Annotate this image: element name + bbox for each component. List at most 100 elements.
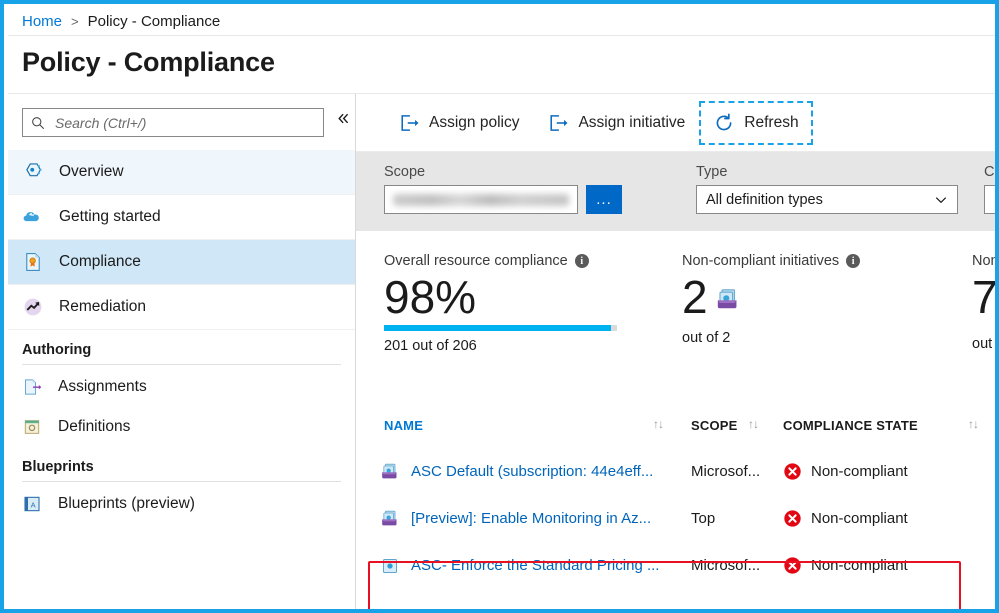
search-box[interactable]	[22, 108, 324, 137]
content-pane: Assign policy Assign initiative	[356, 93, 999, 613]
row-name-cell: ASC Default (subscription: 44e4eff...	[380, 462, 653, 482]
sort-icon-scope[interactable]: ↑↓	[748, 417, 758, 431]
metric-overall-compliance: Overall resource compliance i 98% 201 ou…	[384, 253, 617, 354]
sidebar: Overview Getting started	[8, 93, 356, 613]
sidebar-item-label: Assignments	[58, 378, 147, 396]
row-state-label: Non-compliant	[811, 510, 908, 527]
metric-header: Overall resource compliance i	[384, 253, 617, 269]
scope-input[interactable]	[384, 185, 578, 214]
compliance-state-select[interactable]	[984, 185, 999, 214]
type-filter-label: Type	[696, 164, 958, 180]
column-header-scope[interactable]: SCOPE	[691, 418, 738, 433]
row-scope: Top	[691, 510, 715, 527]
sidebar-item-remediation[interactable]: Remediation	[8, 285, 355, 330]
scope-filter-label: Scope	[384, 164, 622, 180]
error-circle-icon	[783, 509, 802, 528]
sidebar-section-blueprints: Blueprints A Blueprints (preview)	[8, 459, 355, 524]
initiative-icon	[715, 287, 741, 313]
compliance-certificate-icon	[22, 251, 44, 273]
sidebar-item-definitions[interactable]: Definitions	[22, 407, 341, 447]
type-filter: Type All definition types	[696, 164, 958, 214]
divider	[22, 481, 341, 482]
metric-noncompliant-initiatives: Non-compliant initiatives i 2	[682, 253, 860, 346]
refresh-icon	[713, 112, 735, 134]
command-toolbar: Assign policy Assign initiative	[356, 94, 999, 152]
metric-title: Non-compliant initiatives	[682, 253, 839, 269]
scope-filter: Scope ...	[384, 164, 622, 214]
metric-subtext: out of 2	[682, 330, 860, 346]
sidebar-item-overview[interactable]: Overview	[8, 150, 355, 195]
title-bar: Policy - Compliance	[8, 35, 999, 93]
table-row[interactable]: [Preview]: Enable Monitoring in Az... To…	[356, 495, 999, 543]
sidebar-item-compliance[interactable]: Compliance	[8, 240, 355, 285]
sort-icon-state[interactable]: ↑↓	[968, 417, 978, 431]
initiative-icon	[380, 509, 400, 529]
search-input[interactable]	[53, 114, 323, 132]
cloud-icon	[22, 206, 44, 228]
sidebar-nav-list: Overview Getting started	[8, 150, 355, 524]
row-name-link[interactable]: [Preview]: Enable Monitoring in Az...	[411, 510, 651, 527]
sidebar-item-blueprints[interactable]: A Blueprints (preview)	[22, 484, 341, 524]
row-scope: Microsof...	[691, 463, 760, 480]
search-icon	[31, 116, 45, 130]
row-state-cell: Non-compliant	[783, 556, 908, 575]
metric-title: Overall resource compliance	[384, 253, 568, 269]
row-state-label: Non-compliant	[811, 463, 908, 480]
error-circle-icon	[783, 462, 802, 481]
definitions-icon	[22, 417, 42, 437]
error-circle-icon	[783, 556, 802, 575]
column-header-compliance-state[interactable]: COMPLIANCE STATE	[783, 418, 918, 433]
compliance-table: NAME ↑↓ SCOPE ↑↓ COMPLIANCE STATE ↑↓	[356, 401, 999, 613]
blueprints-icon: A	[22, 494, 42, 514]
type-select-value: All definition types	[706, 192, 823, 208]
initiative-icon	[380, 462, 400, 482]
chevron-down-icon	[934, 193, 948, 207]
toolbar-button-label: Assign initiative	[578, 114, 685, 132]
table-header-row: NAME ↑↓ SCOPE ↑↓ COMPLIANCE STATE ↑↓	[356, 401, 999, 449]
table-row[interactable]: ASC Default (subscription: 44e4eff... Mi…	[356, 448, 999, 496]
column-header-name[interactable]: NAME	[384, 418, 423, 433]
assignments-icon	[22, 377, 42, 397]
compliance-state-filter: Co	[984, 164, 999, 214]
table-row[interactable]: ASC- Enforce the Standard Pricing ... Mi…	[356, 542, 999, 589]
metric-header: Non-compliant initiatives i	[682, 253, 860, 269]
divider	[22, 364, 341, 365]
sort-icon-name[interactable]: ↑↓	[653, 417, 663, 431]
type-select[interactable]: All definition types	[696, 185, 958, 214]
assign-policy-icon	[398, 112, 420, 134]
row-scope: Microsof...	[691, 557, 760, 574]
breadcrumb: Home > Policy - Compliance	[8, 8, 999, 35]
row-state-cell: Non-compliant	[783, 509, 908, 528]
breadcrumb-separator: >	[71, 14, 79, 29]
info-icon[interactable]: i	[846, 254, 860, 268]
scope-browse-button[interactable]: ...	[586, 185, 622, 214]
row-name-link[interactable]: ASC- Enforce the Standard Pricing ...	[411, 557, 659, 574]
metric-value: 98%	[384, 271, 617, 323]
refresh-button[interactable]: Refresh	[699, 101, 812, 145]
toolbar-button-label: Assign policy	[429, 114, 519, 132]
policy-icon	[380, 556, 400, 576]
sidebar-item-label: Overview	[59, 163, 124, 181]
assign-policy-button[interactable]: Assign policy	[384, 101, 533, 145]
metric-noncompliant-truncated: Non- 7 out o	[972, 253, 999, 352]
info-icon[interactable]: i	[575, 254, 589, 268]
sidebar-item-getting-started[interactable]: Getting started	[8, 195, 355, 240]
metric-title: Non-	[972, 253, 999, 269]
assign-initiative-button[interactable]: Assign initiative	[533, 101, 699, 145]
metric-value: 7	[972, 271, 999, 323]
overview-hexagon-icon	[22, 161, 44, 183]
metric-value: 2	[682, 271, 708, 323]
sidebar-item-label: Remediation	[59, 298, 146, 316]
sidebar-item-assignments[interactable]: Assignments	[22, 367, 341, 407]
assign-initiative-icon	[547, 112, 569, 134]
sidebar-item-label: Compliance	[59, 253, 141, 271]
row-name-cell: [Preview]: Enable Monitoring in Az...	[380, 509, 651, 529]
sidebar-item-label: Getting started	[59, 208, 161, 226]
svg-text:A: A	[31, 500, 36, 509]
compliance-state-filter-label: Co	[984, 164, 999, 180]
chevron-double-left-icon[interactable]	[332, 107, 354, 129]
breadcrumb-home-link[interactable]: Home	[22, 13, 62, 30]
azure-portal-blade: Home > Policy - Compliance Policy - Comp…	[8, 8, 999, 613]
row-name-link[interactable]: ASC Default (subscription: 44e4eff...	[411, 463, 653, 480]
row-name-cell: ASC- Enforce the Standard Pricing ...	[380, 556, 659, 576]
